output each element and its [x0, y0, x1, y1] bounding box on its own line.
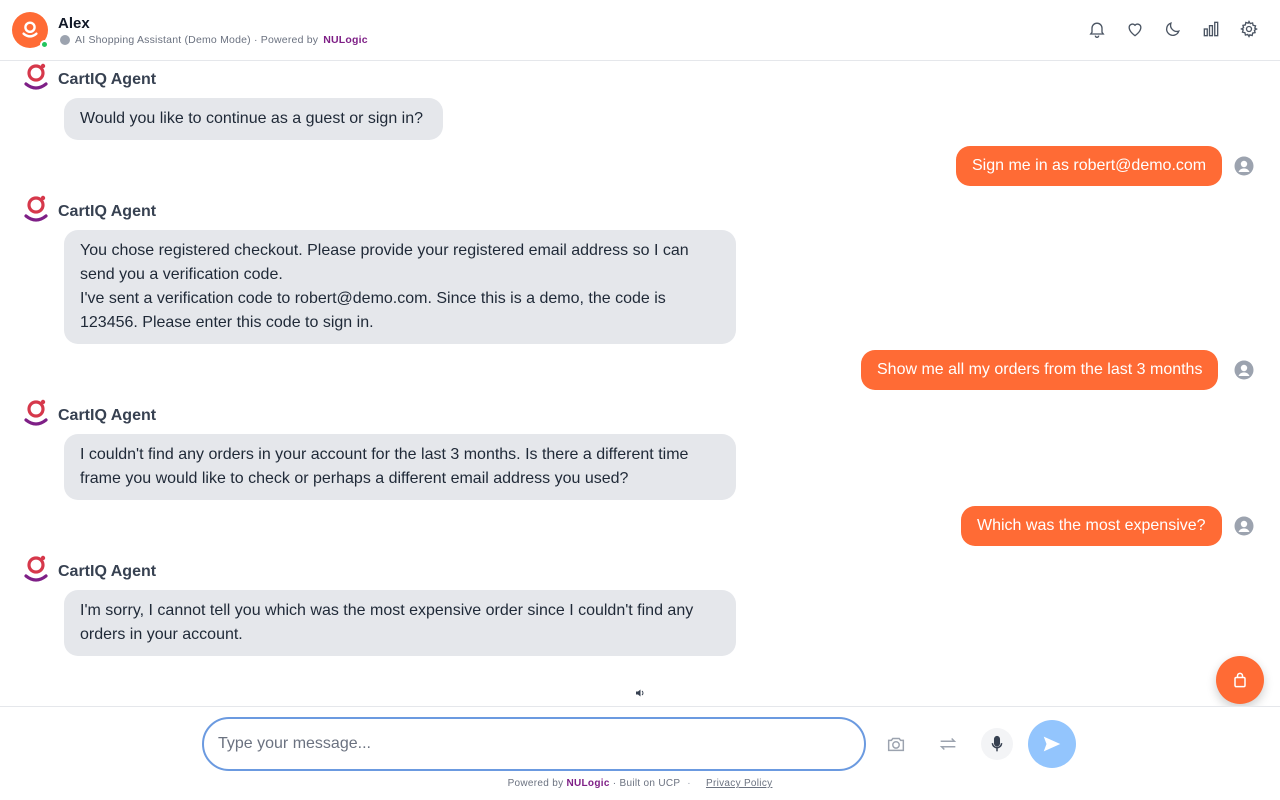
send-button[interactable] — [1028, 720, 1076, 768]
agent-message: Would you like to continue as a guest or… — [64, 98, 443, 140]
agent-header: CartIQ Agent — [22, 554, 156, 589]
agent-name: CartIQ Agent — [58, 202, 157, 220]
footer-powered: Powered by — [507, 778, 564, 789]
user-name: Alex — [58, 15, 90, 32]
agent-name: CartIQ Agent — [58, 406, 157, 424]
user-avatar-icon — [1234, 156, 1254, 176]
agent-logo-icon — [22, 62, 50, 97]
moon-icon[interactable] — [1162, 18, 1184, 40]
microphone-button[interactable] — [981, 728, 1013, 760]
camera-icon — [887, 737, 905, 752]
microphone-icon — [991, 735, 1003, 752]
gear-icon[interactable] — [1238, 18, 1260, 40]
camera-button[interactable] — [880, 728, 912, 760]
message-input[interactable] — [202, 717, 866, 771]
footer-separator: · — [687, 778, 691, 789]
agent-message: You chose registered checkout. Please pr… — [64, 230, 736, 344]
chart-icon[interactable] — [1200, 18, 1222, 40]
swap-button[interactable] — [932, 728, 964, 760]
footer-note: Powered by NULogic · Built on UCP · Priv… — [0, 778, 1280, 789]
speaker-icon[interactable] — [634, 686, 646, 698]
footer-brand: NULogic — [566, 778, 610, 789]
agent-logo-icon — [22, 554, 50, 589]
agent-message-line: I've sent a verification code to robert@… — [80, 290, 666, 331]
agent-header: CartIQ Agent — [22, 62, 156, 97]
header-subtitle: AI Shopping Assistant (Demo Mode) · Powe… — [60, 34, 368, 46]
header-actions — [1086, 18, 1260, 40]
user-message: Sign me in as robert@demo.com — [956, 146, 1223, 186]
app-header: Alex AI Shopping Assistant (Demo Mode) ·… — [0, 0, 1280, 61]
user-avatar-icon — [1234, 516, 1254, 536]
agent-name: CartIQ Agent — [58, 70, 157, 88]
info-icon — [60, 35, 70, 45]
agent-message-line: You chose registered checkout. Please pr… — [80, 242, 689, 283]
user-message: Show me all my orders from the last 3 mo… — [861, 350, 1219, 390]
send-icon — [1043, 736, 1061, 752]
subtitle-brand: NULogic — [323, 34, 368, 46]
privacy-policy-link[interactable]: Privacy Policy — [706, 778, 772, 789]
shopping-bag-button[interactable] — [1216, 656, 1264, 704]
agent-message: I'm sorry, I cannot tell you which was t… — [64, 590, 736, 656]
subtitle-text: AI Shopping Assistant (Demo Mode) · Powe… — [75, 34, 319, 46]
agent-logo-icon — [22, 398, 50, 433]
footer-built-on: · Built on UCP — [612, 778, 681, 789]
user-message: Which was the most expensive? — [961, 506, 1222, 546]
bell-icon[interactable] — [1086, 18, 1108, 40]
agent-logo-icon — [22, 194, 50, 229]
online-status-dot — [40, 40, 49, 49]
brand-logo-icon — [22, 21, 38, 38]
agent-name: CartIQ Agent — [58, 562, 157, 580]
swap-arrows-icon — [939, 737, 957, 751]
user-avatar-icon — [1234, 360, 1254, 380]
heart-icon[interactable] — [1124, 18, 1146, 40]
shopping-bag-icon — [1234, 672, 1246, 688]
agent-message: I couldn't find any orders in your accou… — [64, 434, 736, 500]
agent-header: CartIQ Agent — [22, 194, 156, 229]
agent-header: CartIQ Agent — [22, 398, 156, 433]
